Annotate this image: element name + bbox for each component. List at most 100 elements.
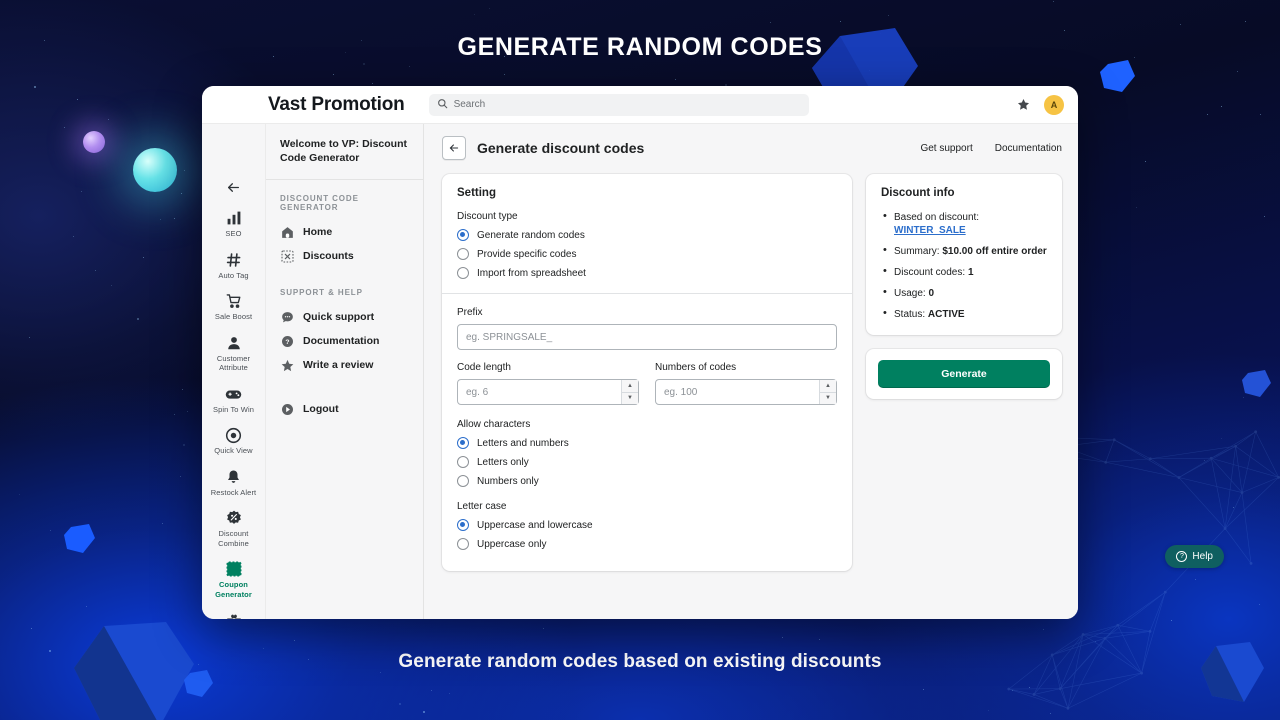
crystal-decoration-far-right: [1098, 58, 1138, 98]
get-support-link[interactable]: Get support: [920, 143, 972, 154]
info-discount-codes: Discount codes: 1: [881, 265, 1047, 279]
numbers-of-codes-placeholder: eg. 100: [664, 386, 698, 398]
rail-item-auto-tag[interactable]: Auto Tag: [204, 251, 264, 281]
star-icon: [280, 358, 294, 372]
page-title: Generate discount codes: [477, 140, 645, 156]
info-label: Status:: [894, 309, 926, 320]
gift-icon: [226, 611, 242, 619]
code-length-stepper[interactable]: ▲ ▼: [621, 380, 638, 404]
nav-section-discount-code-generator: DISCOUNT CODE GENERATOR Home Discounts: [266, 180, 423, 270]
rail-item-discount-combine[interactable]: Discount Combine: [204, 509, 264, 548]
eye-icon: [225, 426, 242, 444]
caption-text: Generate random codes based on existing …: [398, 651, 882, 672]
app-window: Vast Promotion Search A SEO Auto Tag Sal…: [202, 86, 1078, 619]
rail-label: Restock Alert: [210, 487, 257, 497]
gamepad-icon: [225, 385, 242, 403]
radio-label: Generate random codes: [477, 229, 585, 241]
rail-item-customer-attribute[interactable]: Customer Attribute: [204, 334, 264, 373]
radio-label: Numbers only: [477, 475, 539, 487]
radio-letters-only[interactable]: Letters only: [457, 456, 837, 468]
search-icon: [437, 96, 448, 114]
app-brand-title: Vast Promotion: [268, 93, 405, 115]
nav-section-support-help: SUPPORT & HELP Quick support ? Documenta…: [266, 270, 423, 379]
crystal-decoration-bottom-left-small: [182, 668, 216, 702]
info-value: 0: [928, 288, 935, 299]
nav-item-quick-support[interactable]: Quick support: [266, 305, 423, 329]
winter-sale-link[interactable]: WINTER_SALE: [894, 225, 966, 236]
nav-section-heading: DISCOUNT CODE GENERATOR: [280, 194, 359, 212]
rail-item-sale-boost[interactable]: Sale Boost: [204, 292, 264, 322]
welcome-heading: Welcome to VP: Discount Code Generator: [266, 124, 423, 180]
info-status: Status: ACTIVE: [881, 307, 1047, 321]
radio-label: Provide specific codes: [477, 248, 577, 260]
nav-item-label: Write a review: [303, 359, 374, 371]
radio-label: Letters only: [477, 456, 529, 468]
radio-import-from-spreadsheet[interactable]: Import from spreadsheet: [457, 267, 837, 279]
radio-uppercase-and-lowercase[interactable]: Uppercase and lowercase: [457, 519, 837, 531]
setting-card: Setting Discount type Generate random co…: [442, 174, 852, 571]
stepper-up-icon[interactable]: ▲: [820, 380, 836, 393]
generate-card: Generate: [866, 349, 1062, 399]
radio-numbers-only[interactable]: Numbers only: [457, 475, 837, 487]
nav-item-write-a-review[interactable]: Write a review: [266, 353, 423, 377]
stepper-down-icon[interactable]: ▼: [820, 392, 836, 404]
nav-item-logout[interactable]: Logout: [266, 397, 423, 421]
rail-item-restock-alert[interactable]: Restock Alert: [204, 468, 264, 498]
prefix-input[interactable]: eg. SPRINGSALE_: [457, 324, 837, 350]
prefix-label: Prefix: [457, 307, 483, 318]
numbers-of-codes-input[interactable]: eg. 100 ▲ ▼: [655, 379, 837, 405]
info-based-on-discount: Based on discount: WINTER_SALE: [881, 210, 1047, 237]
nav-item-documentation[interactable]: ? Documentation: [266, 329, 423, 353]
documentation-link[interactable]: Documentation: [995, 143, 1062, 154]
rail-label: Coupon Generator: [215, 580, 252, 599]
radio-indicator: [457, 267, 469, 279]
rail-label: SEO: [225, 229, 242, 238]
rail-label: Customer Attribute: [216, 353, 251, 373]
radio-provide-specific-codes[interactable]: Provide specific codes: [457, 248, 837, 260]
nav-item-discounts[interactable]: Discounts: [266, 244, 423, 268]
allow-characters-label: Allow characters: [457, 419, 531, 430]
search-placeholder: Search: [453, 99, 486, 110]
bar-chart-icon: [226, 209, 242, 227]
rail-item-spin-to-win[interactable]: Spin To Win: [204, 385, 264, 415]
logout-icon: [280, 402, 294, 416]
rail-item-quick-view[interactable]: Quick View: [204, 426, 264, 456]
nav-item-label: Discounts: [303, 250, 354, 262]
bell-icon: [226, 468, 241, 486]
stepper-down-icon[interactable]: ▼: [622, 392, 638, 404]
cyan-planet-decoration: [133, 148, 177, 192]
discount-info-card: Discount info Based on discount: WINTER_…: [866, 174, 1062, 335]
discount-badge-icon: [226, 509, 242, 527]
back-button[interactable]: [442, 136, 466, 160]
nav-section-account: Logout: [266, 379, 423, 423]
setting-title: Setting: [457, 187, 496, 199]
numbers-of-codes-stepper[interactable]: ▲ ▼: [819, 380, 836, 404]
code-length-input[interactable]: eg. 6 ▲ ▼: [457, 379, 639, 405]
radio-letters-and-numbers[interactable]: Letters and numbers: [457, 437, 837, 449]
prefix-placeholder: eg. SPRINGSALE_: [466, 331, 553, 343]
page-header: Generate discount codes Get support Docu…: [442, 136, 1062, 160]
stepper-up-icon[interactable]: ▲: [622, 380, 638, 393]
headline-text: GENERATE RANDOM CODES: [457, 33, 823, 61]
radio-indicator: [457, 475, 469, 487]
radio-label: Letters and numbers: [477, 437, 569, 449]
info-label: Discount codes:: [894, 267, 966, 278]
help-label: Help: [1192, 551, 1213, 562]
rail-label: Quick View: [214, 446, 253, 455]
generate-button[interactable]: Generate: [878, 360, 1050, 388]
avatar[interactable]: A: [1044, 94, 1064, 115]
info-label: Summary:: [894, 246, 940, 257]
radio-label: Uppercase and lowercase: [477, 519, 593, 531]
search-input[interactable]: Search: [428, 93, 809, 116]
star-icon[interactable]: [1017, 98, 1030, 111]
rail-item-coupon-generator[interactable]: Coupon Generator: [204, 560, 264, 599]
nav-item-home[interactable]: Home: [266, 220, 423, 244]
purple-planet-decoration: [83, 131, 105, 153]
rail-item-loyalty[interactable]: Loyalty: [204, 611, 264, 619]
radio-uppercase-only[interactable]: Uppercase only: [457, 538, 837, 550]
rail-back-button[interactable]: [221, 180, 247, 195]
rail-item-seo[interactable]: SEO: [204, 209, 264, 239]
help-button[interactable]: ? Help: [1165, 545, 1224, 568]
radio-label: Import from spreadsheet: [477, 267, 586, 279]
radio-generate-random-codes[interactable]: Generate random codes: [457, 229, 837, 241]
